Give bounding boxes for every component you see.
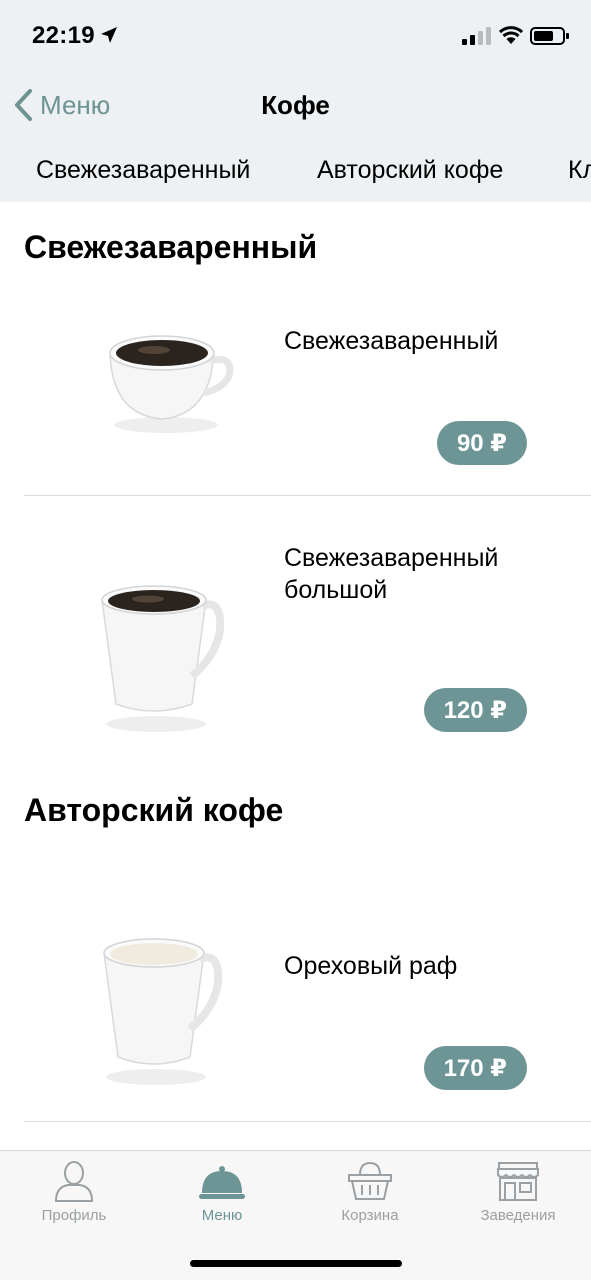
menu-content[interactable]: Свежезаваренный Свежезаваренный 90 ₽ Све… — [0, 202, 591, 1150]
latte-mug-image — [103, 938, 223, 1085]
price-button[interactable]: 120 ₽ — [423, 688, 527, 732]
section-title-fresh: Свежезаваренный — [24, 229, 318, 265]
category-tabs[interactable]: Свежезаваренный Авторский кофе Кл — [0, 140, 591, 202]
coffee-cup-image — [109, 335, 234, 433]
item-divider — [24, 495, 591, 496]
item-name: Свежезаваренный большой — [284, 544, 499, 604]
tab-stores[interactable]: Заведения — [444, 1159, 591, 1235]
menu-item[interactable]: Свежезаваренный большой 120 ₽ — [24, 522, 591, 752]
tab-label: Заведения — [480, 1207, 556, 1224]
price-button[interactable]: 170 ₽ — [423, 1046, 527, 1090]
tab-label: Меню — [201, 1207, 243, 1224]
item-divider — [24, 1121, 591, 1122]
coffee-mug-image — [101, 585, 224, 732]
category-tab-fresh[interactable]: Свежезаваренный — [36, 156, 250, 185]
item-name: Свежезаваренный — [284, 327, 499, 355]
menu-cloche-icon — [199, 1166, 245, 1199]
home-indicator — [190, 1260, 402, 1267]
menu-item[interactable]: Ореховый раф 170 ₽ — [24, 877, 591, 1122]
navigation-bar: Меню Кофе — [0, 70, 591, 140]
tab-basket[interactable]: Корзина — [296, 1159, 444, 1235]
cellular-signal-icon — [462, 27, 491, 45]
tab-label: Профиль — [41, 1207, 107, 1224]
location-arrow-icon — [101, 27, 117, 43]
section-title-signature: Авторский кофе — [24, 792, 284, 828]
tab-menu[interactable]: Меню — [148, 1159, 296, 1235]
page-title: Кофе — [261, 90, 330, 120]
status-bar: 22:19 — [0, 0, 591, 70]
battery-icon — [530, 27, 569, 45]
basket-icon — [348, 1161, 392, 1200]
category-tab-classic[interactable]: Кл — [568, 156, 591, 185]
wifi-icon — [499, 26, 523, 44]
price-button[interactable]: 90 ₽ — [436, 421, 527, 465]
status-time: 22:19 — [32, 22, 95, 49]
menu-item[interactable]: Свежезаваренный 90 ₽ — [24, 307, 591, 497]
tab-profile[interactable]: Профиль — [0, 1159, 148, 1235]
tab-label: Корзина — [341, 1207, 399, 1224]
item-name: Ореховый раф — [284, 952, 458, 980]
profile-icon — [54, 1161, 94, 1202]
category-tab-signature[interactable]: Авторский кофе — [317, 156, 503, 185]
store-icon — [497, 1162, 539, 1201]
